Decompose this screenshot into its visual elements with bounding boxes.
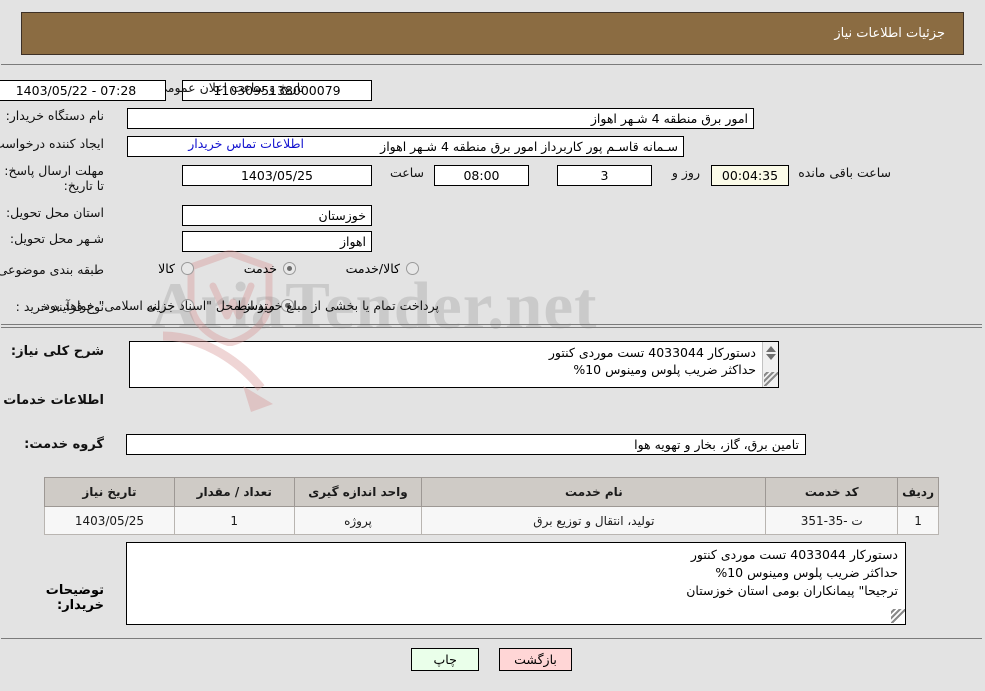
- services-table: ردیف کد خدمت نام خدمت واحد اندازه گیری ت…: [45, 477, 940, 535]
- remaining-days-field: 3: [558, 165, 653, 186]
- back-button[interactable]: بازگشت: [500, 648, 573, 671]
- need-summary-text: دستورکار 4033044 تست موردی کنتور حداکثر …: [549, 345, 757, 377]
- buyer-notes-textarea[interactable]: دستورکار 4033044 تست موردی کنتور حداکثر …: [127, 542, 907, 625]
- radio-kala-khedmat-icon[interactable]: [407, 262, 420, 275]
- subject-category-label: طبقه بندی موضوعی:: [0, 262, 105, 277]
- service-group-label: گروه خدمت:: [25, 437, 105, 452]
- request-creator-label: ایجاد کننده درخواست:: [0, 136, 105, 151]
- need-summary-label: شرح کلی نیاز:: [11, 344, 105, 359]
- remaining-time-label: ساعت باقی مانده: [799, 165, 892, 180]
- cell-quantity: 1: [174, 506, 296, 535]
- page-root: جزئیات اطلاعات نیاز شـماره نیاز: 1103095…: [0, 0, 985, 691]
- deadline-date-field: 1403/05/25: [183, 165, 373, 186]
- days-unit-label: روز و: [672, 165, 701, 180]
- need-summary-textarea[interactable]: دستورکار 4033044 تست موردی کنتور حداکثر …: [130, 341, 780, 388]
- col-code: کد خدمت: [766, 477, 900, 507]
- buyer-org-field: امور برق منطقه 4 شـهر اهواز: [128, 108, 755, 129]
- col-unit: واحد اندازه گیری: [294, 477, 424, 507]
- table-header-row: ردیف کد خدمت نام خدمت واحد اندازه گیری ت…: [45, 477, 940, 507]
- col-quantity: تعداد / مقدار: [174, 477, 296, 507]
- radio-kala-icon[interactable]: [182, 262, 195, 275]
- buyer-notes-text: دستورکار 4033044 تست موردی کنتور حداکثر …: [687, 547, 899, 598]
- col-date: تاریخ نیاز: [45, 477, 176, 507]
- countdown-timer-field: 00:04:35: [712, 165, 790, 186]
- delivery-province-field: خوزستان: [183, 205, 373, 226]
- scroll-arrows[interactable]: [766, 342, 777, 360]
- cell-date: 1403/05/25: [45, 506, 176, 535]
- cell-unit: پروژه: [294, 506, 424, 535]
- col-radif: ردیف: [898, 477, 940, 507]
- buyer-contact-link[interactable]: اطلاعات تماس خریدار: [189, 136, 305, 151]
- announce-datetime-label: تاریخ و ساعت اعلان عمومی:: [154, 80, 305, 95]
- response-deadline-label: مهلت ارسال پاسخ: تا تاریخ:: [5, 163, 105, 193]
- print-button[interactable]: چاپ: [412, 648, 481, 671]
- buyer-org-label: نام دستگاه خریدار:: [6, 108, 105, 123]
- deadline-hour-label: ساعت: [390, 165, 425, 180]
- action-button-bar: بازگشت چاپ: [0, 648, 985, 671]
- category-option-kala[interactable]: کالا: [159, 261, 195, 276]
- scroll-down-icon[interactable]: [766, 354, 777, 360]
- need-summary-scrollbar[interactable]: [763, 342, 779, 387]
- radio-khedmat-icon[interactable]: [284, 262, 297, 275]
- service-group-field: تامین برق، گاز، بخار و تهویه هوا: [127, 434, 807, 455]
- cell-name: تولید، انتقال و توزیع برق: [422, 506, 768, 535]
- page-header: جزئیات اطلاعات نیاز: [22, 12, 965, 55]
- resize-grip-icon[interactable]: [764, 372, 779, 386]
- deadline-hour-field: 08:00: [435, 165, 530, 186]
- category-option-kala-label: کالا: [159, 261, 176, 276]
- col-name: نام خدمت: [422, 477, 768, 507]
- treasury-bonds-note: پرداخت تمام یا بخشی از مبلغ خرید،از محل …: [41, 298, 440, 313]
- need-info-panel: [2, 64, 983, 325]
- services-section-title: اطلاعات خدمات مورد نیاز: [0, 393, 105, 408]
- delivery-city-field: اهواز: [183, 231, 373, 252]
- buyer-notes-label: توضیحات خریدار:: [46, 583, 105, 613]
- scroll-up-icon[interactable]: [766, 346, 777, 352]
- category-option-khedmat[interactable]: خدمت: [245, 261, 297, 276]
- category-option-kala-khedmat-label: کالا/خدمت: [346, 261, 401, 276]
- delivery-city-label: شـهر محل تحویل:: [10, 231, 105, 246]
- page-title: جزئیات اطلاعات نیاز: [835, 26, 946, 41]
- table-row: 1 ت -35-351 تولید، انتقال و توزیع برق پر…: [45, 506, 940, 535]
- cell-radif: 1: [898, 506, 940, 535]
- category-option-khedmat-label: خدمت: [244, 261, 278, 276]
- category-option-kala-khedmat[interactable]: کالا/خدمت: [347, 261, 420, 276]
- cell-code: ت -35-351: [766, 506, 900, 535]
- delivery-province-label: استان محل تحویل:: [6, 205, 105, 220]
- notes-resize-grip-icon[interactable]: [892, 609, 906, 623]
- announce-datetime-field: 07:28 - 1403/05/22: [0, 80, 167, 101]
